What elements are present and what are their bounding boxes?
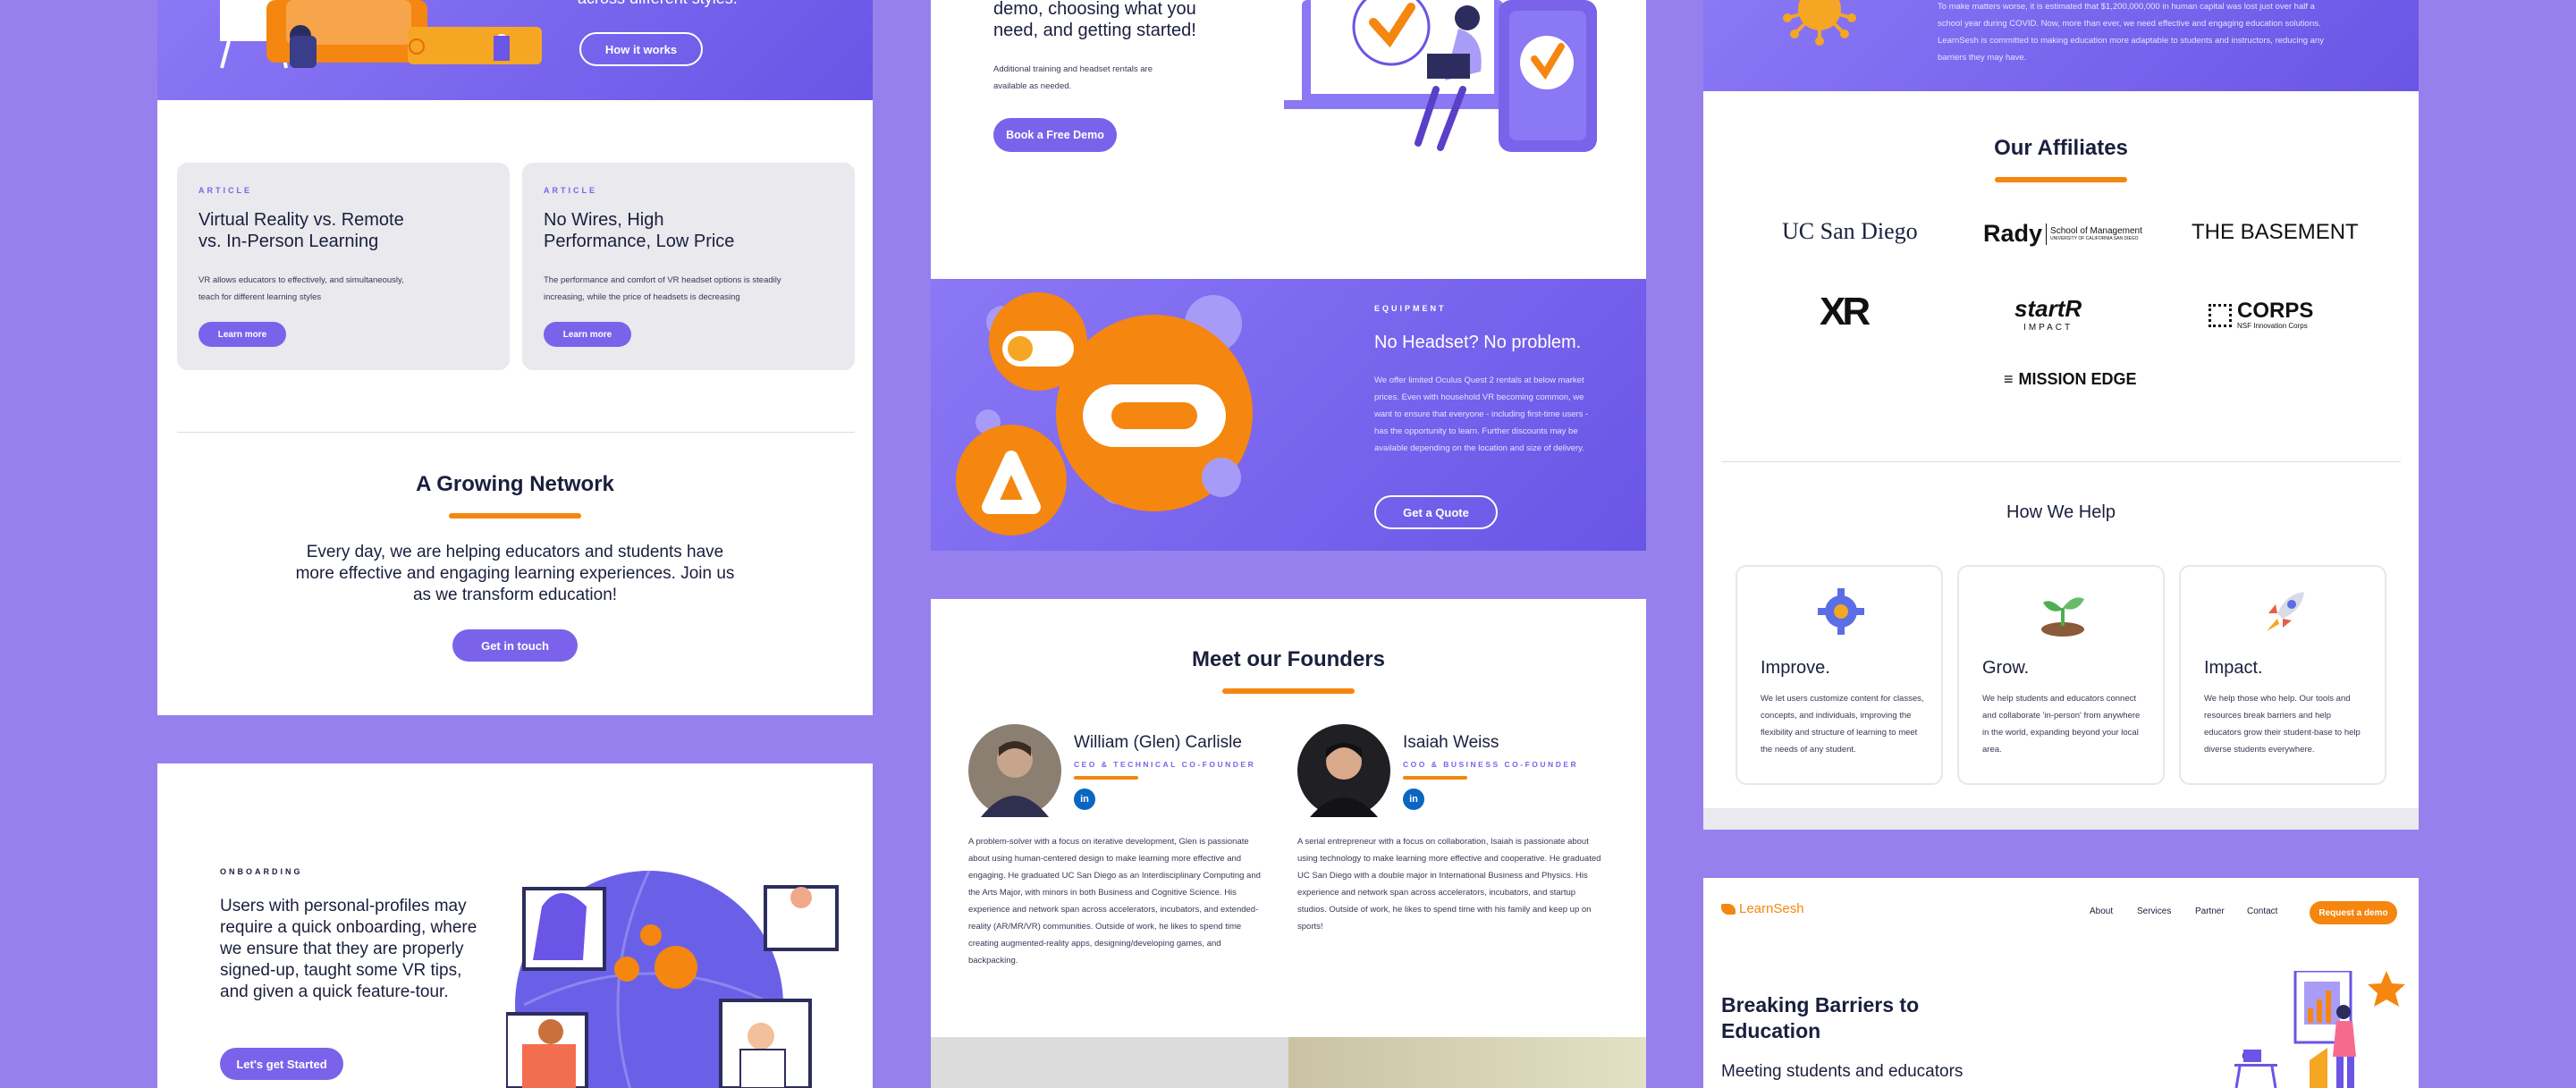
article-body: VR allows educators to effectively, and … <box>198 275 404 302</box>
help-card: Grow. We help students and educators con… <box>1957 565 2165 785</box>
get-quote-button[interactable]: Get a Quote <box>1374 495 1498 529</box>
founder-role: COO & BUSINESS CO-FOUNDER <box>1403 760 1579 769</box>
article-body: The performance and comfort of VR headse… <box>544 275 781 302</box>
how-it-works-button[interactable]: How it works <box>579 32 703 66</box>
nav-about[interactable]: About <box>2090 907 2113 916</box>
nav-partner[interactable]: Partner <box>2195 907 2225 916</box>
founder-role: CEO & TECHNICAL CO-FOUNDER <box>1074 760 1256 769</box>
book-demo-button[interactable]: Book a Free Demo <box>993 118 1117 152</box>
founder-name: William (Glen) Carlisle <box>1074 733 1242 752</box>
rady-subtext: School of Management UNIVERSITY OF CALIF… <box>2050 226 2142 241</box>
title-underline <box>449 513 581 519</box>
column-1: across different styles. How it works AR… <box>157 0 873 1088</box>
founders-title: Meet our Founders <box>1191 647 1385 671</box>
equipment-title: No Headset? No problem. <box>1374 333 1582 352</box>
help-card-title: Grow. <box>1982 658 2030 678</box>
gear-icon <box>1818 588 1864 635</box>
sprout-icon <box>2041 597 2084 637</box>
founder-bio: A serial entrepreneur with a focus on co… <box>1297 837 1601 932</box>
affiliates-title: Our Affiliates <box>1994 136 2128 160</box>
article-title: Virtual Reality vs. Remote vs. In-Person… <box>198 210 404 251</box>
title-underline <box>1995 177 2127 182</box>
onboarding-section: ONBOARDING Users with personal-profiles … <box>157 763 873 1088</box>
affiliates-section: Our Affiliates UC San Diego Rady School … <box>1703 91 2419 830</box>
startr-logo: startR IMPACT <box>2014 295 2082 333</box>
virus-icon <box>1783 0 1856 46</box>
divider <box>177 432 855 433</box>
hero-section: across different styles. How it works <box>157 0 873 100</box>
corps-logo: CORPS NSF Innovation Corps <box>2209 300 2313 330</box>
help-card-title: Impact. <box>2204 658 2263 678</box>
column-2: demo, choosing what you need, and gettin… <box>931 0 1646 1088</box>
help-card: Impact. We help those who help. Our tool… <box>2179 565 2386 785</box>
founder-bio: A problem-solver with a focus on iterati… <box>968 837 1261 966</box>
learnsesh-logo-icon <box>1721 903 1736 915</box>
photo-strip <box>931 1037 1646 1088</box>
help-card-body: We help students and educators connect a… <box>1982 694 2141 755</box>
article-card: ARTICLE Virtual Reality vs. Remote vs. I… <box>177 163 510 370</box>
equipment-section: EQUIPMENT No Headset? No problem. We off… <box>931 279 1646 551</box>
article-card: ARTICLE No Wires, High Performance, Low … <box>522 163 855 370</box>
section-footer-band <box>1703 808 2419 830</box>
nav-contact[interactable]: Contact <box>2247 907 2277 916</box>
founder-name: Isaiah Weiss <box>1403 733 1499 752</box>
basement-logo: THE BASEMENT <box>2192 220 2359 244</box>
demo-note: Additional training and headset rentals … <box>993 64 1153 91</box>
covid-section: To make matters worse, it is estimated t… <box>1703 0 2419 91</box>
homepage-preview: LearnSesh About Services Partner Contact… <box>1703 878 2419 1088</box>
articles-network-section: ARTICLE Virtual Reality vs. Remote vs. I… <box>157 100 873 715</box>
help-card-body: We let users customize content for class… <box>1761 694 1924 755</box>
help-card-title: Improve. <box>1761 658 1830 678</box>
article-title: No Wires, High Performance, Low Price <box>544 210 735 251</box>
demo-section: demo, choosing what you need, and gettin… <box>931 0 1646 279</box>
demo-heading: demo, choosing what you need, and gettin… <box>993 0 1196 40</box>
column-3: To make matters worse, it is estimated t… <box>1703 0 2419 1088</box>
hero-tail-text: across different styles. <box>578 0 738 8</box>
hero-title: Breaking Barriers to Education <box>1721 993 1920 1042</box>
network-title: A Growing Network <box>416 472 614 496</box>
help-title: How We Help <box>2006 502 2116 522</box>
rocket-icon <box>2267 592 2304 631</box>
get-started-button[interactable]: Let's get Started <box>220 1048 343 1080</box>
article-eyebrow: ARTICLE <box>198 186 252 195</box>
site-logo[interactable]: LearnSesh <box>1721 901 1804 916</box>
founders-section: Meet our Founders William (Glen) Carlisl… <box>931 599 1646 1088</box>
onboarding-eyebrow: ONBOARDING <box>220 867 303 876</box>
onboarding-body: Users with personal-profiles may require… <box>220 897 477 1001</box>
get-in-touch-button[interactable]: Get in touch <box>452 629 578 662</box>
headset-illustration <box>956 292 1253 536</box>
founder-card: Isaiah Weiss COO & BUSINESS CO-FOUNDER i… <box>1297 724 1601 831</box>
network-body: Every day, we are helping educators and … <box>295 543 735 604</box>
mission-edge-logo: ≡ MISSION EDGE <box>2004 370 2137 388</box>
equipment-body: We offer limited Oculus Quest 2 rentals … <box>1374 375 1589 453</box>
ucsd-logo: UC San Diego <box>1782 218 1918 244</box>
avatar <box>1297 724 1390 817</box>
learn-more-button[interactable]: Learn more <box>544 322 631 347</box>
linkedin-icon[interactable]: in <box>1074 789 1095 810</box>
help-card-body: We help those who help. Our tools and re… <box>2204 694 2361 755</box>
xr-logo: XR <box>1820 290 1871 333</box>
hero-subtitle: Meeting students and educators <box>1721 1062 1964 1081</box>
nav-services[interactable]: Services <box>2137 907 2171 916</box>
corps-mark-icon <box>2209 303 2232 327</box>
covid-text: To make matters worse, it is estimated t… <box>1938 2 2324 63</box>
rady-wordmark: Rady <box>1983 220 2043 247</box>
title-underline <box>1222 688 1355 694</box>
divider <box>1721 461 2401 462</box>
hero-illustration <box>2234 971 2405 1088</box>
article-eyebrow: ARTICLE <box>544 186 597 195</box>
learn-more-button[interactable]: Learn more <box>198 322 286 347</box>
equipment-eyebrow: EQUIPMENT <box>1374 304 1447 313</box>
mission-edge-mark-icon: ≡ <box>2004 370 2014 388</box>
rady-logo: Rady School of Management UNIVERSITY OF … <box>1983 220 2142 248</box>
avatar <box>968 724 1061 817</box>
help-card: Improve. We let users customize content … <box>1736 565 1943 785</box>
rady-divider <box>2046 223 2048 245</box>
onboarding-illustration <box>506 870 839 1088</box>
title-underline <box>1403 776 1467 780</box>
request-demo-button[interactable]: Request a demo <box>2310 901 2397 924</box>
linkedin-icon[interactable]: in <box>1403 789 1424 810</box>
title-underline <box>1074 776 1138 780</box>
demo-illustration <box>1284 0 1597 152</box>
